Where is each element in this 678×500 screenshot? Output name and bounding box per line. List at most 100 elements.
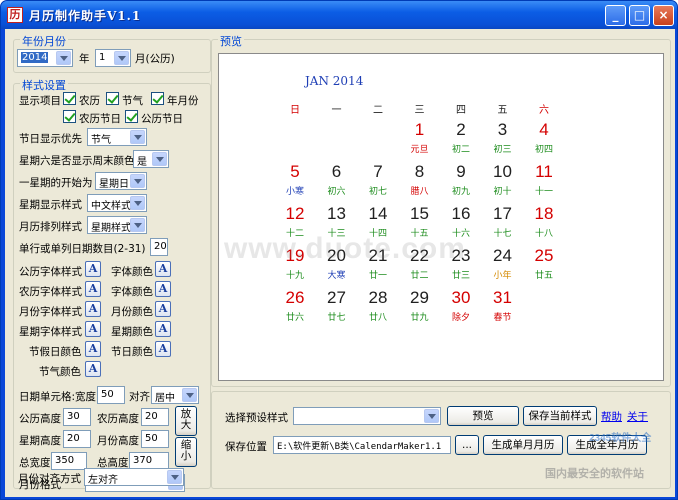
calendar-day: 9: [456, 162, 466, 181]
align-select[interactable]: 居中: [151, 386, 199, 404]
weekday-header: 一: [331, 105, 342, 116]
holiday-color-label: 节日颜色: [111, 346, 153, 358]
lunar-holiday-checkbox-label: 农历节日: [79, 113, 121, 125]
calendar-day: 29: [410, 288, 429, 307]
calendar-lunar-label: 十八: [534, 229, 553, 239]
month-font-style-label: 月份字体样式: [19, 306, 82, 318]
solar-font-color-button[interactable]: A: [155, 261, 171, 277]
calendar-lunar-label: 小年: [493, 271, 512, 281]
zoom-out-button[interactable]: 缩小: [175, 437, 197, 467]
calendar-day: 13: [327, 204, 346, 223]
calendar-day: 26: [285, 288, 305, 307]
calendar-lunar-label: 廿一: [368, 271, 387, 281]
solar-term-checkbox[interactable]: [106, 92, 119, 105]
calendar-day: 6: [331, 162, 342, 181]
calendar-lunar-label: 十一: [534, 187, 553, 197]
saturday-color-select[interactable]: 是: [133, 150, 169, 168]
help-link[interactable]: 帮助: [601, 409, 622, 424]
solar-term-color-label: 节气颜色: [39, 366, 81, 378]
zoom-in-button[interactable]: 放大: [175, 406, 197, 436]
preview-button[interactable]: 预览: [447, 406, 519, 426]
calendar-day: 30: [451, 288, 471, 307]
row-days-input[interactable]: 20: [150, 238, 168, 256]
month-align-row: 月份对齐方式 左对齐: [18, 468, 198, 490]
calendar-lunar-label: 腊八: [410, 187, 429, 197]
maximize-button[interactable]: □: [629, 5, 650, 26]
saturday-color-label: 星期六是否显示周末颜色: [19, 155, 135, 167]
chevron-down-icon: [152, 152, 167, 166]
calendar-lunar-label: 初十: [493, 187, 512, 197]
lunar-font-style-button[interactable]: A: [85, 281, 101, 297]
cell-width-label: 日期单元格:宽度: [19, 391, 97, 403]
week-display-value: 中文样式: [91, 201, 131, 212]
style-settings-legend: 样式设置: [20, 77, 68, 93]
arrange-value: 星期样式: [91, 223, 131, 234]
lunar-holiday-checkbox[interactable]: [63, 110, 76, 123]
week-display-select[interactable]: 中文样式: [87, 194, 147, 212]
solar-holiday-checkbox[interactable]: [125, 110, 138, 123]
week-start-select[interactable]: 星期日: [95, 172, 147, 190]
solar-term-color-button[interactable]: A: [85, 361, 101, 377]
solar-font-style-button[interactable]: A: [85, 261, 101, 277]
title-bar[interactable]: 历 月历制作助手V1.1 _ □ ×: [1, 1, 677, 29]
lunar-font-color-label: 字体颜色: [111, 286, 153, 298]
close-button[interactable]: ×: [653, 5, 674, 26]
chevron-down-icon: [130, 130, 145, 144]
year-month-legend: 年份月份: [20, 33, 68, 49]
week-color-button[interactable]: A: [155, 321, 171, 337]
lunar-checkbox[interactable]: [63, 92, 76, 105]
calendar-lunar-label: 十九: [285, 271, 304, 281]
preset-select[interactable]: [293, 407, 441, 425]
minimize-button[interactable]: _: [605, 5, 626, 26]
save-style-button[interactable]: 保存当前样式: [523, 406, 597, 426]
solar-height-input[interactable]: 30: [63, 408, 91, 426]
weekday-header: 六: [539, 105, 549, 116]
holiday-color-button[interactable]: A: [155, 341, 171, 357]
about-link[interactable]: 关于: [627, 409, 648, 424]
week-height-input[interactable]: 20: [63, 430, 91, 448]
week-color-label: 星期颜色: [111, 326, 153, 338]
display-items-label: 显示项目: [19, 95, 61, 107]
month-color-button[interactable]: A: [155, 301, 171, 317]
calendar-lunar-label: 廿九: [410, 313, 429, 323]
vacation-color-button[interactable]: A: [85, 341, 101, 357]
corner-watermark-tag: 国内最安全的软件站: [545, 468, 644, 480]
cell-width-input[interactable]: 50: [97, 386, 125, 404]
calendar-lunar-label: 十七: [493, 229, 512, 239]
calendar-day: 16: [451, 204, 471, 223]
month-height-input[interactable]: 50: [141, 430, 169, 448]
calendar-lunar-label: 廿八: [368, 313, 387, 323]
calendar-day: 2: [456, 120, 466, 139]
solar-holiday-checkbox-label: 公历节日: [141, 113, 183, 125]
weekday-header: 二: [373, 105, 383, 116]
weekday-header: 五: [497, 105, 508, 116]
chevron-down-icon: [130, 218, 145, 232]
lunar-height-input[interactable]: 20: [141, 408, 169, 426]
calendar-day: 15: [410, 204, 429, 223]
chevron-down-icon: [130, 174, 145, 188]
window-title: 月历制作助手V1.1: [29, 9, 142, 23]
month-align-select[interactable]: 左对齐: [84, 468, 184, 486]
calendar-day: 1: [414, 120, 425, 139]
year-month-checkbox[interactable]: [151, 92, 164, 105]
lunar-font-color-button[interactable]: A: [155, 281, 171, 297]
save-path-input[interactable]: E:\软件更新\B类\CalendarMaker1.1: [273, 436, 451, 454]
calendar-day: 12: [285, 204, 305, 223]
calendar-lunar-label: 大寒: [327, 271, 346, 281]
browse-button[interactable]: ...: [455, 435, 479, 455]
app-icon: 历: [7, 7, 23, 23]
calendar-day: 27: [327, 288, 346, 307]
holiday-priority-select[interactable]: 节气: [87, 128, 147, 146]
year-select[interactable]: 2014: [17, 49, 73, 67]
month-select[interactable]: 1: [95, 49, 131, 67]
week-font-style-button[interactable]: A: [85, 321, 101, 337]
week-height-label: 星期高度: [19, 435, 61, 447]
month-font-style-button[interactable]: A: [85, 301, 101, 317]
calendar-lunar-label: 春节: [493, 313, 512, 323]
chevron-down-icon: [167, 470, 182, 484]
arrange-select[interactable]: 星期样式: [87, 216, 147, 234]
vacation-color-label: 节假日颜色: [29, 346, 82, 358]
generate-month-button[interactable]: 生成单月月历: [483, 435, 563, 455]
calendar-day: 8: [414, 162, 425, 181]
month-select-value: 1: [99, 52, 106, 63]
